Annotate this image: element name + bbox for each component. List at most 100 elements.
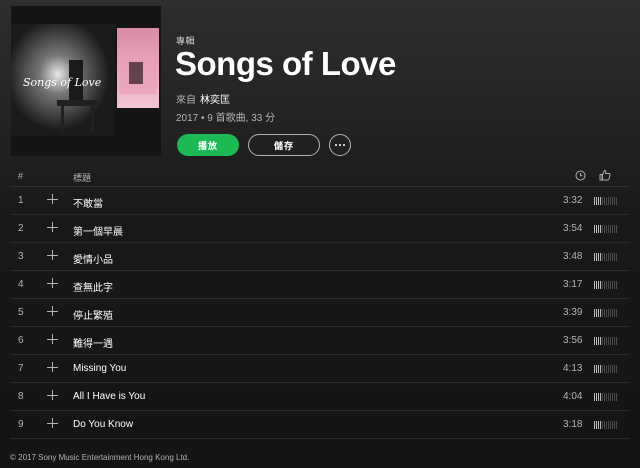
popularity-bar — [602, 421, 603, 429]
popularity-bar — [614, 421, 615, 429]
popularity-bar — [612, 365, 613, 373]
track-number: 9 — [18, 419, 24, 430]
popularity-bar — [598, 253, 599, 261]
popularity-bar — [614, 253, 615, 261]
popularity-meter — [594, 393, 618, 401]
popularity-bar — [600, 281, 601, 289]
track-row[interactable]: 4 查無此字 3:17 — [10, 271, 630, 299]
popularity-bar — [598, 393, 599, 401]
popularity-bar — [612, 225, 613, 233]
popularity-bar — [598, 337, 599, 345]
popularity-bar — [614, 309, 615, 317]
cover-title-text: Songs of Love — [23, 76, 102, 89]
popularity-bar — [602, 281, 603, 289]
track-number: 2 — [18, 223, 24, 234]
more-options-button[interactable] — [329, 134, 351, 156]
add-track-icon[interactable] — [47, 249, 59, 261]
popularity-bar — [604, 337, 605, 345]
popularity-bar — [604, 393, 605, 401]
popularity-bar — [602, 253, 603, 261]
popularity-bar — [614, 393, 615, 401]
popularity-bar — [608, 253, 609, 261]
popularity-bar — [600, 337, 601, 345]
popularity-bar — [610, 309, 611, 317]
popularity-bar — [608, 281, 609, 289]
clock-icon[interactable] — [575, 170, 586, 183]
thumbs-up-icon[interactable] — [599, 169, 611, 183]
track-row[interactable]: 5 停止繁殖 3:39 — [10, 299, 630, 327]
add-track-icon[interactable] — [47, 221, 59, 233]
popularity-bar — [598, 421, 599, 429]
popularity-bar — [616, 225, 617, 233]
popularity-bar — [594, 225, 595, 233]
popularity-bar — [610, 337, 611, 345]
play-button[interactable]: 播放 — [177, 134, 239, 156]
popularity-bar — [600, 365, 601, 373]
album-title: Songs of Love — [175, 45, 396, 82]
popularity-bar — [602, 337, 603, 345]
popularity-bar — [594, 281, 595, 289]
track-number-header[interactable]: # — [18, 171, 23, 181]
track-duration: 4:13 — [563, 363, 583, 374]
popularity-bar — [608, 365, 609, 373]
track-row[interactable]: 6 難得一遇 3:56 — [10, 327, 630, 355]
popularity-bar — [616, 421, 617, 429]
popularity-bar — [604, 225, 605, 233]
add-track-icon[interactable] — [47, 417, 59, 429]
popularity-bar — [604, 197, 605, 205]
popularity-bar — [612, 253, 613, 261]
track-row[interactable]: 3 愛情小品 3:48 — [10, 243, 630, 271]
track-row[interactable]: 9 Do You Know 3:18 — [10, 411, 630, 439]
add-track-icon[interactable] — [47, 389, 59, 401]
popularity-meter — [594, 253, 618, 261]
track-row[interactable]: 2 第一個早晨 3:54 — [10, 215, 630, 243]
save-button[interactable]: 儲存 — [248, 134, 320, 156]
popularity-bar — [598, 225, 599, 233]
popularity-bar — [596, 281, 597, 289]
popularity-bar — [596, 225, 597, 233]
add-track-icon[interactable] — [47, 333, 59, 345]
popularity-bar — [612, 197, 613, 205]
popularity-bar — [602, 365, 603, 373]
popularity-bar — [606, 337, 607, 345]
popularity-bar — [596, 393, 597, 401]
artist-link[interactable]: 林奕匡 — [200, 95, 230, 106]
popularity-bar — [616, 309, 617, 317]
track-row[interactable]: 1 不敢當 3:32 — [10, 187, 630, 215]
popularity-bar — [614, 197, 615, 205]
track-number: 6 — [18, 335, 24, 346]
track-row[interactable]: 8 All I Have is You 4:04 — [10, 383, 630, 411]
track-duration: 3:56 — [563, 335, 583, 346]
add-track-icon[interactable] — [47, 305, 59, 317]
track-title: Missing You — [73, 363, 127, 374]
popularity-bar — [612, 309, 613, 317]
track-title: Do You Know — [73, 419, 134, 430]
add-track-icon[interactable] — [47, 193, 59, 205]
popularity-meter — [594, 309, 618, 317]
popularity-bar — [594, 337, 595, 345]
add-track-icon[interactable] — [47, 277, 59, 289]
popularity-bar — [594, 253, 595, 261]
track-row[interactable]: 7 Missing You 4:13 — [10, 355, 630, 383]
popularity-bar — [606, 365, 607, 373]
more-dot — [339, 144, 341, 146]
popularity-bar — [616, 197, 617, 205]
popularity-bar — [600, 197, 601, 205]
popularity-bar — [608, 197, 609, 205]
popularity-bar — [606, 309, 607, 317]
track-number: 5 — [18, 307, 24, 318]
popularity-bar — [614, 365, 615, 373]
popularity-bar — [612, 393, 613, 401]
popularity-bar — [602, 309, 603, 317]
add-track-icon[interactable] — [47, 361, 59, 373]
track-number: 4 — [18, 279, 24, 290]
title-header[interactable]: 標題 — [73, 171, 91, 184]
by-label: 來自 — [176, 95, 196, 106]
album-cover[interactable]: Songs of Love — [11, 6, 161, 156]
track-title: All I Have is You — [73, 391, 146, 402]
popularity-bar — [614, 281, 615, 289]
popularity-bar — [606, 393, 607, 401]
popularity-bar — [594, 309, 595, 317]
tracklist: 1 不敢當 3:32 2 第一個早晨 3:54 3 愛情小品 3:48 4 查無此字 3:17 5 停止繁… — [10, 187, 630, 439]
popularity-bar — [612, 281, 613, 289]
